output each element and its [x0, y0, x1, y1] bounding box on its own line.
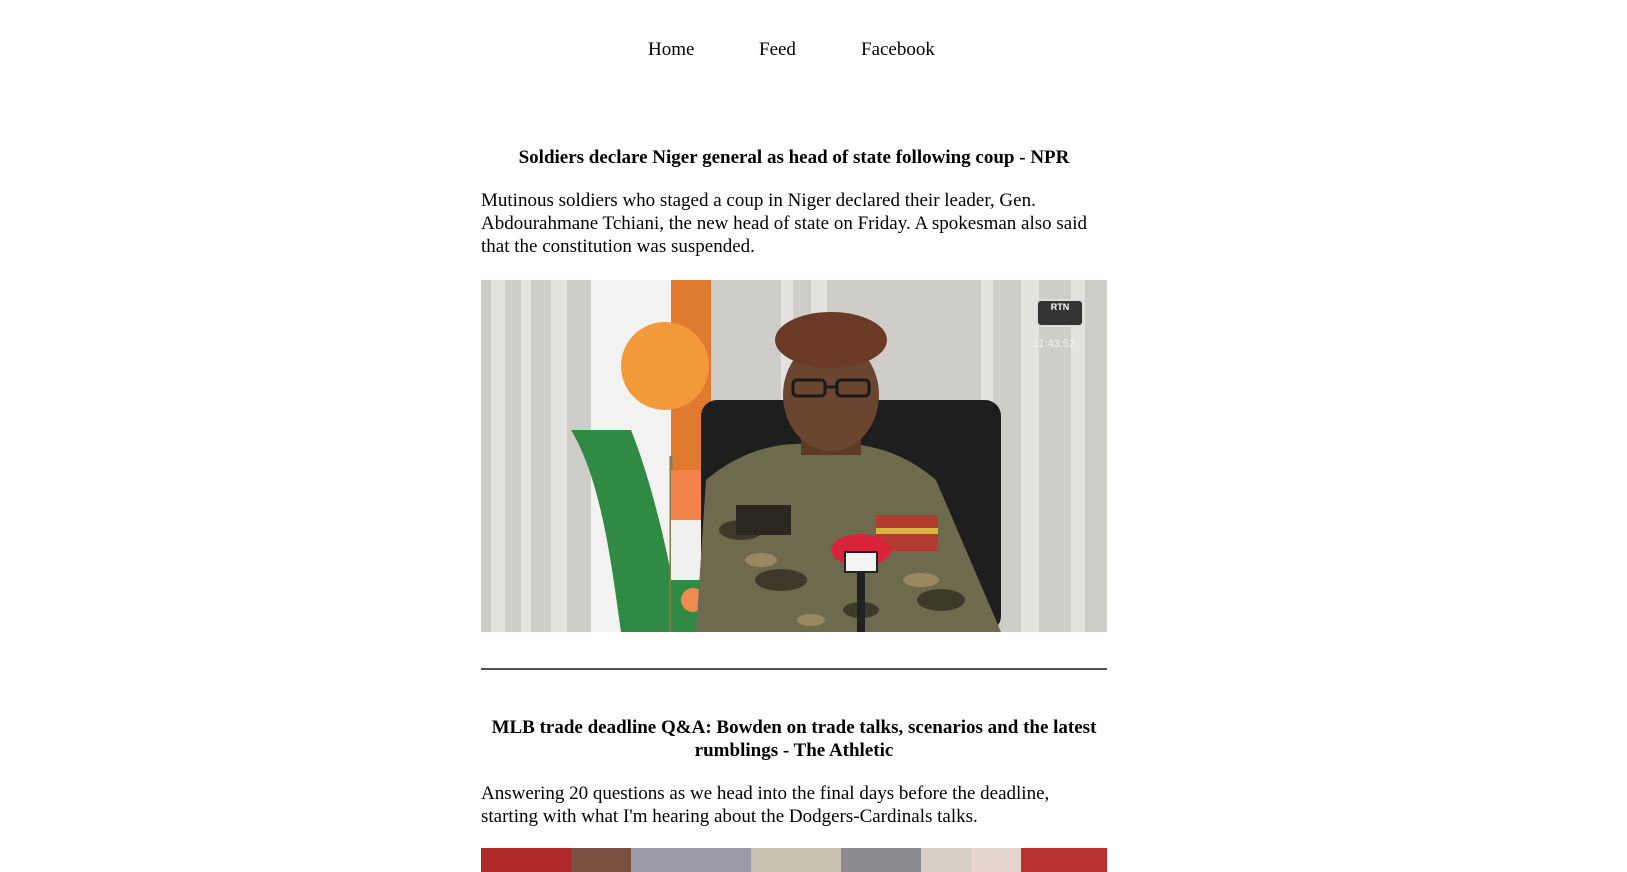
article-title[interactable]: MLB trade deadline Q&A: Bowden on trade … [481, 716, 1107, 762]
article-divider [481, 668, 1107, 670]
article-description: Answering 20 questions as we head into t… [481, 783, 1050, 827]
tv-logo: RTN [1050, 302, 1070, 312]
article-description: Mutinous soldiers who staged a coup in N… [481, 190, 1088, 257]
general-photo [481, 280, 1107, 632]
top-nav: Home Feed Facebook [0, 36, 1627, 66]
nav-facebook-link[interactable]: Facebook [861, 36, 935, 64]
article-image[interactable]: RTN 11:43:52 [481, 280, 1107, 632]
nav-home-link[interactable]: Home [648, 36, 694, 64]
tv-clock: 11:43:52 [1033, 338, 1076, 350]
article-title[interactable]: Soldiers declare Niger general as head o… [481, 146, 1107, 169]
baseball-photo [481, 848, 1107, 872]
article-image[interactable] [481, 848, 1107, 872]
nav-feed-link[interactable]: Feed [759, 36, 796, 64]
